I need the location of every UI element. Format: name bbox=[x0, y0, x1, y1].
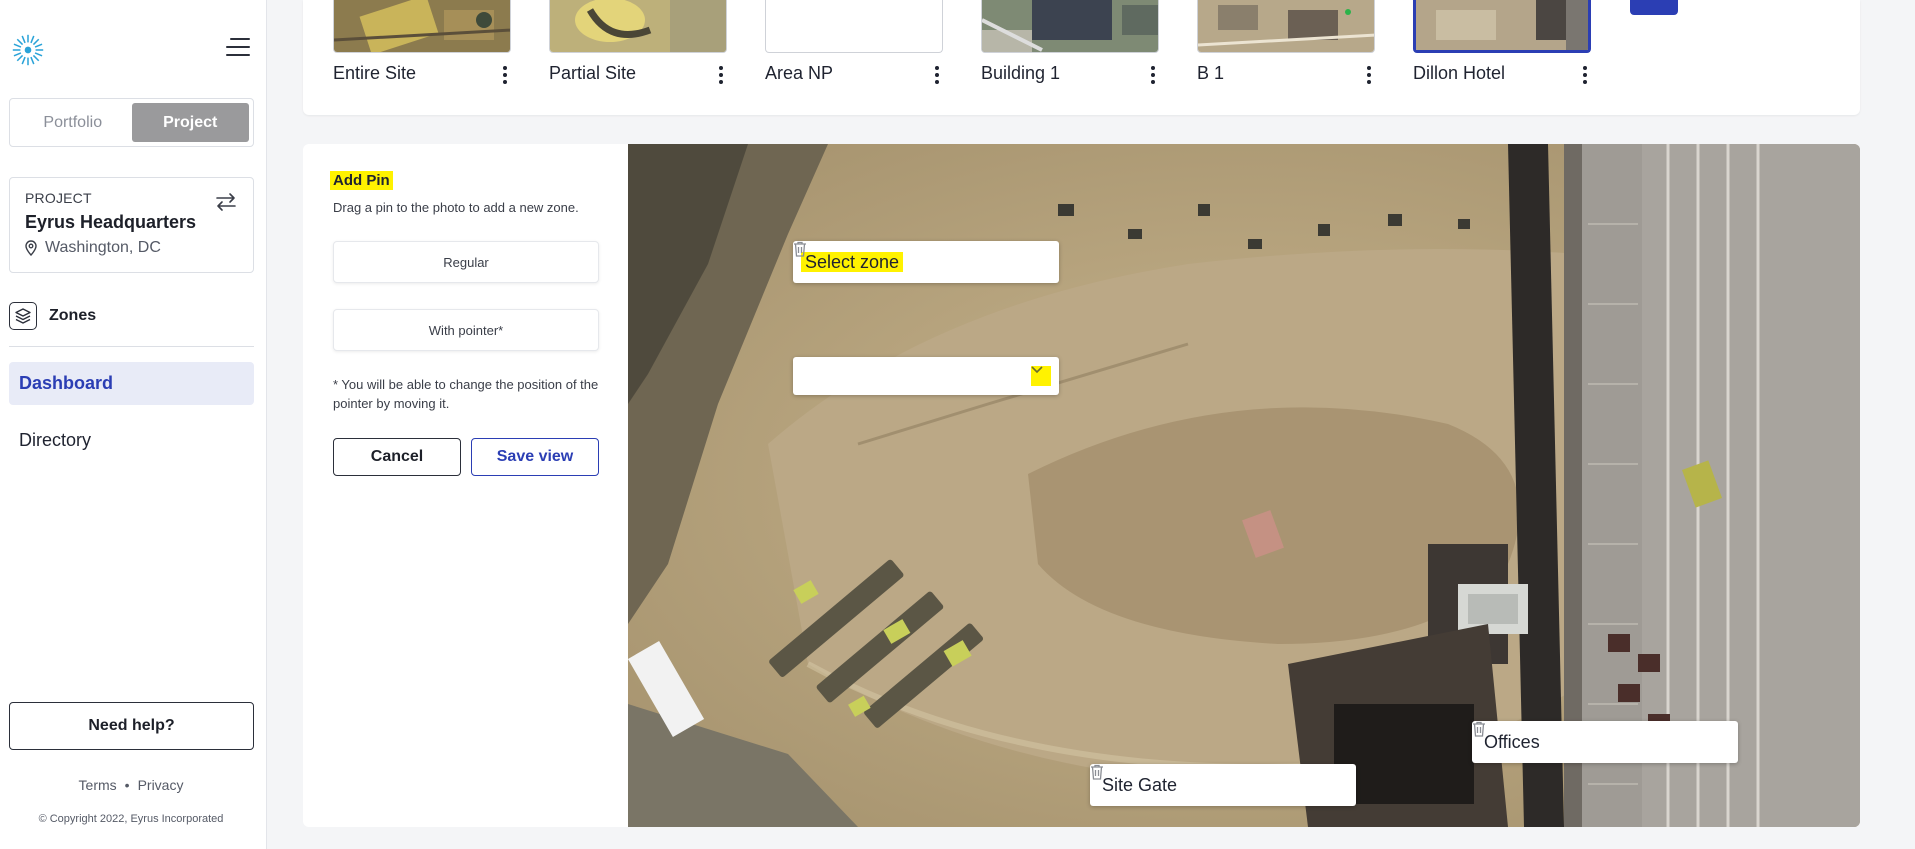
project-card-label: PROJECT bbox=[25, 190, 92, 206]
zone-select-input[interactable] bbox=[793, 357, 1059, 395]
swap-project-icon[interactable] bbox=[215, 192, 237, 212]
zone-pin-offices[interactable]: Offices bbox=[1472, 721, 1738, 763]
regular-pin-button[interactable]: Regular bbox=[333, 241, 599, 283]
footer-separator: • bbox=[124, 777, 130, 793]
view-card[interactable]: Entire Site bbox=[333, 0, 538, 84]
view-card[interactable]: Building 1 bbox=[981, 0, 1186, 84]
footer-links: Terms • Privacy bbox=[0, 777, 262, 793]
sidebar-divider bbox=[9, 346, 254, 347]
view-name: Area NP bbox=[765, 63, 834, 83]
terms-link[interactable]: Terms bbox=[79, 777, 117, 793]
zones-section-header[interactable]: Zones bbox=[9, 302, 96, 330]
privacy-link[interactable]: Privacy bbox=[138, 777, 184, 793]
cancel-button[interactable]: Cancel bbox=[333, 438, 461, 476]
chevron-down-icon[interactable] bbox=[1031, 366, 1051, 386]
trash-icon[interactable] bbox=[1472, 721, 1486, 737]
project-location: Washington, DC bbox=[25, 239, 238, 257]
pointer-note: * You will be able to change the positio… bbox=[333, 377, 599, 411]
project-tab[interactable]: Project bbox=[131, 103, 249, 142]
kebab-menu-icon[interactable] bbox=[1364, 64, 1374, 86]
kebab-menu-icon[interactable] bbox=[716, 64, 726, 86]
portfolio-tab[interactable]: Portfolio bbox=[14, 103, 132, 142]
hamburger-menu-icon[interactable] bbox=[226, 38, 252, 60]
site-photo-map[interactable]: Select zone Site Gate Offices bbox=[628, 144, 1860, 827]
nav-item-dashboard[interactable]: Dashboard bbox=[9, 362, 254, 405]
view-thumbnail[interactable] bbox=[1413, 0, 1591, 53]
kebab-menu-icon[interactable] bbox=[1580, 64, 1590, 86]
zones-label: Zones bbox=[49, 307, 97, 324]
project-name: Eyrus Headquarters bbox=[25, 212, 197, 232]
view-card[interactable]: Area NP bbox=[765, 0, 970, 84]
project-card: PROJECT Eyrus Headquarters Washington, D… bbox=[9, 177, 254, 273]
view-name: Dillon Hotel bbox=[1413, 63, 1506, 83]
view-thumbnail[interactable] bbox=[333, 0, 511, 53]
view-card-selected[interactable]: Dillon Hotel bbox=[1413, 0, 1618, 84]
view-name: Entire Site bbox=[333, 63, 417, 83]
add-pin-panel: Add Pin Drag a pin to the photo to add a… bbox=[303, 144, 628, 827]
add-pin-title: Add Pin bbox=[330, 171, 393, 190]
copyright-text: © Copyright 2022, Eyrus Incorporated bbox=[38, 813, 224, 825]
select-zone-pin[interactable]: Select zone bbox=[793, 241, 1059, 283]
add-pin-description: Drag a pin to the photo to add a new zon… bbox=[333, 200, 579, 215]
kebab-menu-icon[interactable] bbox=[1148, 64, 1158, 86]
select-zone-text: Select zone bbox=[801, 251, 1047, 273]
view-name: Building 1 bbox=[981, 63, 1061, 83]
view-thumbnail[interactable] bbox=[981, 0, 1159, 53]
sidebar: Portfolio Project PROJECT Eyrus Headquar… bbox=[0, 0, 267, 849]
zone-pin-site-gate[interactable]: Site Gate bbox=[1090, 764, 1356, 806]
eyrus-logo-icon[interactable] bbox=[9, 31, 47, 69]
add-view-button[interactable] bbox=[1630, 0, 1678, 15]
layers-icon bbox=[9, 302, 37, 330]
view-name: B 1 bbox=[1197, 63, 1225, 83]
view-card[interactable]: B 1 bbox=[1197, 0, 1402, 84]
need-help-button[interactable]: Need help? bbox=[9, 702, 254, 750]
project-location-text: Washington, DC bbox=[45, 239, 161, 256]
view-name: Partial Site bbox=[549, 63, 637, 83]
zone-pin-label: Site Gate bbox=[1102, 774, 1178, 795]
view-card[interactable]: Partial Site bbox=[549, 0, 754, 84]
zone-pin-label: Offices bbox=[1484, 731, 1540, 752]
nav-item-directory[interactable]: Directory bbox=[9, 419, 254, 462]
view-thumbnail[interactable] bbox=[549, 0, 727, 53]
views-strip: Entire Site Partial Site Area NP Buildin… bbox=[303, 0, 1860, 115]
kebab-menu-icon[interactable] bbox=[932, 64, 942, 86]
location-pin-icon bbox=[25, 240, 37, 256]
zone-select-dropdown[interactable] bbox=[793, 357, 1059, 395]
portfolio-project-toggle: Portfolio Project bbox=[9, 98, 254, 147]
save-view-button[interactable]: Save view bbox=[471, 438, 599, 476]
trash-icon[interactable] bbox=[1090, 764, 1104, 780]
view-thumbnail[interactable] bbox=[1197, 0, 1375, 53]
trash-icon[interactable] bbox=[793, 241, 807, 257]
kebab-menu-icon[interactable] bbox=[500, 64, 510, 86]
pointer-pin-button[interactable]: With pointer* bbox=[333, 309, 599, 351]
view-thumbnail[interactable] bbox=[765, 0, 943, 53]
